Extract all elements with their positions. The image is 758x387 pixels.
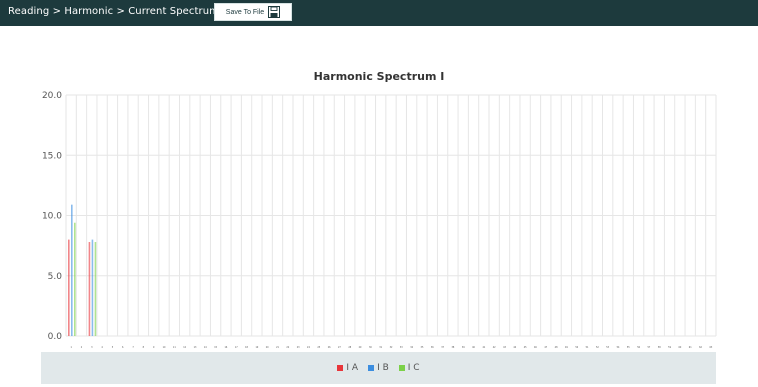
- x-tick-label: 40: [472, 346, 475, 349]
- y-tick-label: 10.0: [42, 212, 62, 222]
- x-tick-label: 25: [317, 346, 320, 349]
- legend-item-ib[interactable]: I B: [368, 363, 389, 373]
- legend-item-ic[interactable]: I C: [398, 363, 420, 373]
- y-tick-label: 5.0: [48, 272, 63, 282]
- x-tick-label: 53: [606, 346, 609, 349]
- x-tick-label: 62: [699, 346, 702, 349]
- bar-ia-h1: [68, 239, 70, 336]
- x-tick-label: 55: [627, 346, 630, 349]
- x-tick-label: 15: [214, 346, 217, 349]
- x-tick-label: 51: [586, 346, 589, 349]
- x-tick-label: 28: [348, 346, 351, 349]
- x-tick-label: 30: [369, 346, 372, 349]
- x-tick-label: 36: [431, 346, 434, 349]
- x-tick-label: 1: [70, 346, 72, 349]
- y-tick-label: 15.0: [42, 151, 62, 161]
- x-tick-label: 12: [183, 346, 186, 349]
- x-tick-label: 42: [493, 346, 496, 349]
- x-tick-label: 16: [225, 346, 228, 349]
- x-tick-label: 26: [328, 346, 331, 349]
- legend-swatch-ic: [398, 365, 405, 371]
- x-tick-label: 3: [91, 346, 93, 349]
- x-tick-label: 46: [534, 346, 537, 349]
- bar-ib-h1: [71, 204, 73, 336]
- x-tick-label: 43: [503, 346, 506, 349]
- x-tick-label: 37: [441, 346, 444, 349]
- x-tick-label: 13: [194, 346, 197, 349]
- legend-swatch-ia: [337, 365, 344, 371]
- legend-label-ib: I B: [377, 363, 389, 373]
- x-tick-label: 41: [482, 346, 485, 349]
- x-tick-label: 9: [153, 346, 155, 349]
- x-tick-label: 47: [544, 346, 547, 349]
- x-tick-label: 5: [112, 346, 114, 349]
- x-tick-label: 34: [410, 346, 413, 349]
- x-tick-label: 58: [658, 346, 661, 349]
- legend-label-ic: I C: [407, 363, 420, 373]
- legend-item-ia[interactable]: I A: [337, 363, 358, 373]
- x-tick-label: 31: [379, 346, 382, 349]
- legend-swatch-ib: [368, 365, 375, 371]
- x-tick-label: 23: [297, 346, 300, 349]
- x-tick-label: 7: [132, 346, 134, 349]
- x-tick-label: 32: [390, 346, 393, 349]
- x-tick-label: 61: [689, 346, 692, 349]
- x-tick-label: 49: [565, 346, 568, 349]
- x-tick-label: 11: [173, 346, 176, 349]
- legend-label-ia: I A: [346, 363, 359, 373]
- x-tick-label: 10: [163, 346, 166, 349]
- x-tick-label: 44: [513, 346, 516, 349]
- x-tick-label: 57: [648, 346, 651, 349]
- x-tick-label: 56: [637, 346, 640, 349]
- y-tick-label: 20.0: [42, 91, 62, 101]
- x-tick-label: 60: [678, 346, 681, 349]
- x-tick-label: 39: [462, 346, 465, 349]
- x-tick-label: 6: [122, 346, 124, 349]
- x-tick-label: 35: [421, 346, 424, 349]
- y-tick-label: 0.0: [48, 332, 63, 342]
- x-tick-label: 38: [452, 346, 455, 349]
- x-tick-label: 14: [204, 346, 207, 349]
- x-tick-label: 8: [143, 346, 145, 349]
- harmonic-spectrum-chart: 20.015.010.05.00.01 2 3 4 5 6 7 8 9 10 11 12 13 14 15 1…: [42, 91, 717, 349]
- bar-ic-h3: [94, 242, 97, 336]
- x-tick-label: 17: [235, 346, 238, 349]
- bar-ib-h3: [91, 239, 94, 336]
- bar-ic-h1: [74, 222, 76, 336]
- x-tick-label: 33: [400, 346, 403, 349]
- x-tick-label: 48: [555, 346, 558, 349]
- x-tick-label: 63: [709, 346, 712, 349]
- x-tick-label: 21: [276, 346, 279, 349]
- x-tick-label: 22: [286, 346, 289, 349]
- x-tick-label: 2: [81, 346, 83, 349]
- x-tick-label: 20: [266, 346, 269, 349]
- x-tick-label: 18: [245, 346, 248, 349]
- x-tick-label: 50: [575, 346, 578, 349]
- x-tick-label: 27: [338, 346, 341, 349]
- x-tick-label: 52: [596, 346, 599, 349]
- bar-ia-h3: [88, 242, 91, 336]
- x-tick-label: 45: [524, 346, 527, 349]
- x-tick-label: 24: [307, 346, 310, 349]
- x-tick-label: 4: [101, 346, 103, 349]
- x-tick-label: 29: [359, 346, 362, 349]
- x-tick-label: 59: [668, 346, 671, 349]
- chart-legend: I A I B I C: [41, 352, 716, 384]
- x-tick-label: 54: [617, 346, 620, 349]
- x-tick-label: 19: [255, 346, 258, 349]
